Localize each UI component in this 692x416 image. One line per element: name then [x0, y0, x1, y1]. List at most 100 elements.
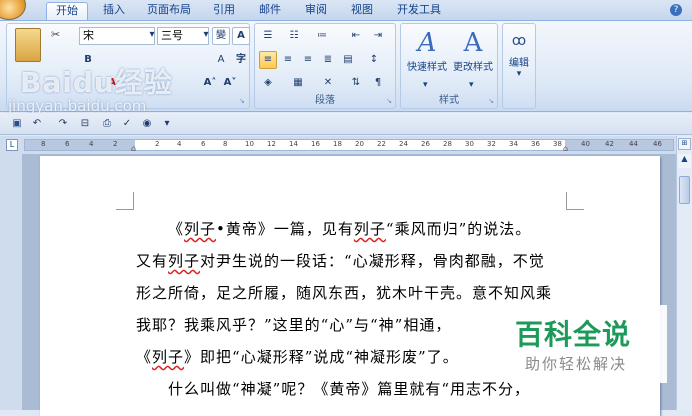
spellcheck-flagged-word: 列子	[184, 220, 217, 238]
print-preview-icon[interactable]: ⎙	[98, 115, 116, 133]
format-painter-icon[interactable]: ⊟	[76, 115, 94, 133]
chevron-down-icon: ▾	[516, 69, 522, 79]
change-styles-button[interactable]: A 更改样式	[449, 28, 497, 73]
ruler-tick: 28	[443, 140, 452, 148]
insert-image-icon[interactable]: ◉	[138, 115, 156, 133]
align-left-icon[interactable]: ≡	[259, 51, 277, 69]
ruler-tick: 26	[421, 140, 430, 148]
horizontal-ruler: L ⌂ ⌂ 8 6 4 2 2 4 6 8 10 12 14 16 18 20 …	[0, 136, 692, 154]
tab-review[interactable]: 审阅	[298, 2, 334, 20]
increase-indent-icon[interactable]: ⇥	[369, 27, 387, 45]
ribbon: ✂ 宋 ▾ 三号 ▾ 變 A B A 字 A˄ A˅ A ↘ ☰ ☷ ≔ ⇤ ⇥…	[0, 20, 692, 115]
line-spacing-icon[interactable]: ↕	[365, 51, 383, 69]
decrease-indent-icon[interactable]: ⇤	[347, 27, 365, 45]
document-line[interactable]: 什么叫做“神凝”呢？《黄帝》篇里就有“用志不分，	[168, 378, 530, 399]
tab-home[interactable]: 开始	[46, 2, 88, 20]
watermark-brand: Baidu经验	[20, 66, 173, 99]
show-marks-icon[interactable]: ¶	[369, 74, 387, 92]
ruler-tick: 20	[355, 140, 364, 148]
paragraph-group-label: 段落	[315, 95, 335, 106]
multilevel-list-icon[interactable]: ≔	[313, 27, 331, 45]
tab-view[interactable]: 视图	[344, 2, 380, 20]
editing-label: 编辑	[509, 58, 529, 69]
tab-mailings[interactable]: 邮件	[252, 2, 288, 20]
ruler-tick: 40	[581, 140, 590, 148]
tab-insert[interactable]: 插入	[94, 2, 134, 20]
change-styles-icon: A	[463, 28, 483, 58]
shrink-font-icon[interactable]: A˅	[221, 74, 239, 92]
document-line[interactable]: 形之所倚，足之所履，随风东西，犹木叶干壳。意不知风乘	[136, 282, 552, 303]
align-right-icon[interactable]: ≡	[299, 51, 317, 69]
office-button[interactable]	[0, 0, 26, 20]
margin-corner-mark	[566, 192, 584, 210]
text-run: 对尹生说的一段话：“心凝形释，骨肉都融，不觉	[200, 252, 545, 270]
undo-icon[interactable]: ↶	[28, 115, 46, 133]
document-line[interactable]: 《列子》即把“心凝形释”说成“神凝形废”了。	[136, 346, 459, 367]
vertical-scrollbar[interactable]: ⊞ ▲	[676, 136, 692, 410]
ruler-tick: 38	[553, 140, 562, 148]
asian-layout-icon[interactable]: ✕	[319, 74, 337, 92]
dialog-launcher-icon[interactable]: ↘	[488, 97, 494, 105]
document-line[interactable]: 我耶？我乘风乎？”这里的“心”与“神”相通，	[136, 314, 451, 335]
vertical-ruler	[0, 154, 22, 410]
sort-icon[interactable]: ⇅	[347, 74, 365, 92]
spelling-icon[interactable]: ✓	[118, 115, 136, 133]
text-run: 形之所倚，足之所履，随风东西，犹木叶干壳。意不知风乘	[136, 284, 553, 302]
quick-styles-button[interactable]: A 快速样式	[403, 28, 451, 73]
ruler-tick: 42	[605, 140, 614, 148]
phonetic-guide-icon[interactable]: 變	[212, 27, 230, 45]
ruler-tick: 32	[487, 140, 496, 148]
ruler-tick: 24	[399, 140, 408, 148]
numbering-icon[interactable]: ☷	[285, 27, 303, 45]
customize-toolbar-icon[interactable]: ▾	[158, 115, 176, 133]
save-icon[interactable]: ▣	[8, 115, 26, 133]
chevron-down-icon[interactable]: ▾	[423, 80, 428, 90]
text-run: 又有	[136, 252, 169, 270]
tab-developer[interactable]: 开发工具	[390, 2, 448, 20]
bullets-icon[interactable]: ☰	[259, 27, 277, 45]
align-center-icon[interactable]: ≡	[279, 51, 297, 69]
paste-icon[interactable]	[15, 28, 41, 62]
dialog-launcher-icon[interactable]: ↘	[386, 97, 392, 105]
character-border-icon[interactable]: A	[232, 27, 250, 45]
document-line[interactable]: 又有列子对尹生说的一段话：“心凝形释，骨肉都融，不觉	[136, 250, 545, 271]
tab-page-layout[interactable]: 页面布局	[140, 2, 198, 20]
editing-button[interactable]: ꝏ 编辑 ▾	[503, 28, 535, 79]
text-run: 什么叫做“神凝”呢？《黄帝》篇里就有“用志不分，	[168, 380, 531, 398]
right-indent-marker-icon[interactable]: ⌂	[563, 144, 568, 153]
badge-title: 百科全说	[515, 318, 632, 351]
badge-subtitle: 助你轻松解决	[525, 355, 628, 373]
scroll-thumb[interactable]	[679, 176, 690, 204]
distributed-icon[interactable]: ▤	[339, 51, 357, 69]
quick-access-toolbar: ▣ ↶ ↷ ⊟ ⎙ ✓ ◉ ▾	[0, 113, 692, 135]
help-icon[interactable]: ?	[670, 4, 682, 16]
ruler-tick: 4	[89, 140, 94, 148]
cut-icon[interactable]: ✂	[51, 28, 60, 41]
borders-icon[interactable]: ▦	[289, 74, 307, 92]
text-run: 》即把“心凝形释”说成“神凝形废”了。	[184, 348, 459, 366]
chevron-down-icon[interactable]: ▾	[469, 80, 474, 90]
ruler-tick: 8	[41, 140, 46, 148]
ruler-tick: 18	[333, 140, 342, 148]
indent-marker-icon[interactable]: ⌂	[131, 144, 136, 153]
binoculars-icon: ꝏ	[511, 33, 527, 49]
justify-icon[interactable]: ≣	[319, 51, 337, 69]
baike-badge: 百科全说 助你轻松解决	[505, 305, 667, 383]
ruler-tick: 34	[509, 140, 518, 148]
ruler-tick: 4	[177, 140, 182, 148]
dialog-launcher-icon[interactable]: ↘	[239, 97, 245, 105]
tab-stop-selector-icon[interactable]: L	[6, 139, 18, 151]
redo-icon[interactable]: ↷	[54, 115, 72, 133]
scroll-up-icon[interactable]: ▲	[678, 154, 691, 168]
ruler-tick: 8	[223, 140, 228, 148]
spellcheck-flagged-word: 列子	[168, 252, 201, 270]
ruler-tick: 2	[155, 140, 160, 148]
tab-references[interactable]: 引用	[206, 2, 242, 20]
ruler-bar[interactable]: ⌂ ⌂ 8 6 4 2 2 4 6 8 10 12 14 16 18 20 22…	[24, 139, 674, 153]
document-line[interactable]: 《列子•黄帝》一篇，见有列子“乘风而归”的说法。	[168, 218, 531, 239]
shading-icon[interactable]: ◈	[259, 74, 277, 92]
view-ruler-icon[interactable]: ⊞	[678, 138, 691, 150]
enclose-characters-icon[interactable]: 字	[232, 51, 250, 69]
text-run: 《	[168, 220, 185, 238]
styles-group-label: 样式	[439, 95, 459, 106]
